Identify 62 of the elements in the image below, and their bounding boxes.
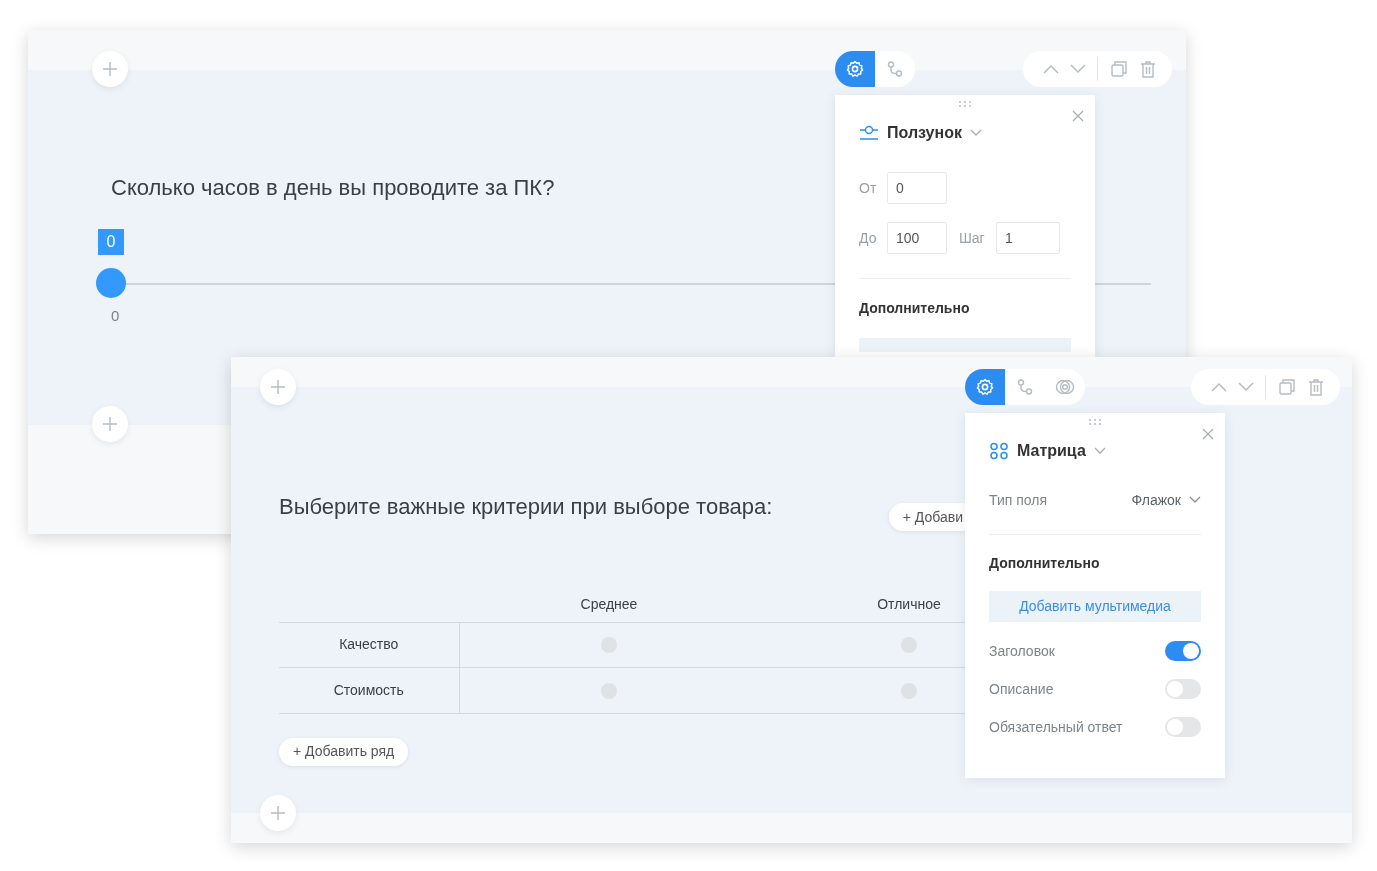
plus-icon — [270, 379, 286, 395]
field-type-dropdown[interactable]: Флажок — [1131, 489, 1201, 511]
branch-icon — [886, 60, 904, 78]
add-block-button[interactable] — [260, 795, 296, 831]
input-field[interactable]: 1 — [996, 222, 1060, 254]
branch-icon — [1016, 378, 1034, 396]
double-circle-icon — [1054, 378, 1076, 396]
row-label: Качество — [339, 636, 399, 652]
field-label: От — [859, 178, 878, 198]
add-block-button[interactable] — [92, 406, 128, 442]
drag-handle-icon[interactable] — [1089, 419, 1101, 425]
copy-icon — [1278, 379, 1295, 395]
add-row-button[interactable]: + Добавить ряд — [279, 737, 409, 766]
column-header: Отличное — [877, 596, 941, 613]
field-label: Шаг — [959, 228, 986, 248]
toggle-switch[interactable] — [1165, 679, 1201, 699]
copy-icon — [1110, 61, 1127, 77]
toggle-switch[interactable] — [1165, 641, 1201, 661]
question-type-dropdown[interactable]: Ползунок — [887, 121, 982, 145]
question-text: Сколько часов в день вы проводите за ПК? — [111, 174, 555, 202]
drag-handle-icon[interactable] — [959, 101, 971, 107]
section-heading: Дополнительно — [859, 299, 971, 318]
chevron-up-icon — [1210, 382, 1227, 392]
plus-icon — [102, 416, 118, 432]
settings-icon — [976, 378, 994, 396]
chevron-down-icon — [1069, 64, 1086, 74]
caret-icon — [1093, 447, 1106, 455]
chevron-down-icon — [1237, 382, 1254, 392]
section-heading: Дополнительно — [989, 554, 1101, 573]
settings-tab[interactable] — [965, 369, 1005, 405]
input-field[interactable]: 0 — [887, 172, 947, 204]
chevron-up-icon — [1042, 64, 1059, 74]
settings-tab[interactable] — [835, 51, 875, 87]
trash-icon — [1139, 60, 1156, 78]
caret-icon — [969, 129, 982, 137]
toggle-label: Описание — [989, 679, 1054, 699]
add-media-button[interactable] — [859, 338, 1071, 352]
close-icon — [1202, 428, 1214, 440]
close-icon — [1072, 110, 1084, 122]
toggle-label: Заголовок — [989, 641, 1055, 661]
row-label: Стоимость — [333, 681, 404, 698]
slider-min-label: 0 — [111, 306, 120, 326]
field-label: До — [859, 228, 878, 248]
toggle-switch[interactable] — [1165, 717, 1201, 737]
question-type-dropdown[interactable]: Матрица — [1017, 439, 1106, 463]
trash-icon — [1307, 378, 1324, 396]
add-block-button[interactable] — [260, 369, 296, 405]
slider-icon — [859, 125, 879, 141]
input-field[interactable]: 100 — [887, 222, 947, 254]
settings-icon — [846, 60, 864, 78]
slider-value: 0 — [98, 229, 124, 255]
question-text: Выберите важные критерии при выборе товара: — [279, 493, 773, 521]
column-header: Среднее — [580, 596, 638, 613]
field-label: Тип поля — [989, 490, 1048, 510]
plus-icon — [270, 805, 286, 821]
grid-icon — [989, 442, 1009, 460]
toggle-label: Обязательный ответ — [989, 717, 1123, 737]
plus-icon — [102, 61, 118, 77]
add-block-button[interactable] — [92, 51, 128, 87]
caret-icon — [1189, 496, 1201, 504]
slider-thumb[interactable] — [96, 268, 126, 298]
add-column-button[interactable]: + Добави — [888, 503, 965, 531]
